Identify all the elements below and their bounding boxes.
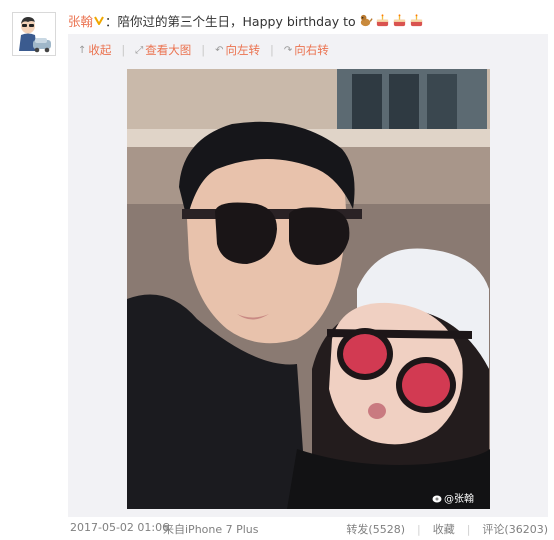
rotate-left-label: 向左转 xyxy=(225,43,261,57)
post-source[interactable]: 来自iPhone 7 Plus xyxy=(163,521,259,537)
toolbar-divider: | xyxy=(121,43,126,57)
rotate-left-button[interactable]: ↶ 向左转 xyxy=(215,42,260,58)
rotate-left-icon: ↶ xyxy=(215,44,224,56)
post-timestamp[interactable]: 2017-05-02 01:06 xyxy=(70,521,169,534)
collapse-button[interactable]: ↑ 收起 xyxy=(78,42,111,58)
photo-watermark: @张翰 xyxy=(432,490,474,505)
rotate-right-button[interactable]: ↷ 向右转 xyxy=(284,42,329,58)
watermark-text: @张翰 xyxy=(444,494,474,505)
cake-icon xyxy=(410,13,422,26)
post-photo[interactable]: @张翰 xyxy=(127,69,490,509)
cake-icon xyxy=(393,13,405,26)
rotate-right-icon: ↷ xyxy=(283,44,293,56)
rotate-right-label: 向右转 xyxy=(294,43,329,57)
favorite-button[interactable]: 收藏 xyxy=(433,521,455,537)
media-toolbar: ↑ 收起 | ⤢ 查看大图 | ↶ 向左转 | ↷ 向右转 xyxy=(78,42,339,58)
avatar[interactable] xyxy=(12,12,56,56)
cake-icon xyxy=(376,13,388,26)
photo-illustration xyxy=(127,69,490,509)
post-header: 张翰 ：陪你过的第三个生日，Happy birthday to xyxy=(68,9,424,31)
toolbar-divider: | xyxy=(270,43,274,57)
dog-icon xyxy=(360,14,373,26)
view-large-label: 查看大图 xyxy=(145,43,192,57)
comment-button[interactable]: 评论(36203) xyxy=(482,521,548,537)
action-divider: | xyxy=(416,522,421,536)
collapse-label: 收起 xyxy=(88,43,112,57)
collapse-arrow-icon: ↑ xyxy=(78,44,87,56)
avatar-illustration-icon xyxy=(13,13,55,55)
weibo-logo-icon xyxy=(432,495,442,502)
post-footer: 2017-05-02 01:06 来自iPhone 7 Plus 转发(5528… xyxy=(68,519,548,537)
post-actions: 转发(5528) | 收藏 | 评论(36203) xyxy=(346,521,548,537)
action-divider: | xyxy=(466,522,471,536)
enlarge-icon: ⤢ xyxy=(135,44,144,56)
repost-button[interactable]: 转发(5528) xyxy=(346,521,405,537)
verified-badge-icon xyxy=(94,16,104,25)
view-large-button[interactable]: ⤢ 查看大图 xyxy=(135,42,191,58)
username-link[interactable]: 张翰 xyxy=(68,11,93,30)
toolbar-divider: | xyxy=(201,43,206,57)
post-text: ：陪你过的第三个生日，Happy birthday to xyxy=(105,13,356,29)
